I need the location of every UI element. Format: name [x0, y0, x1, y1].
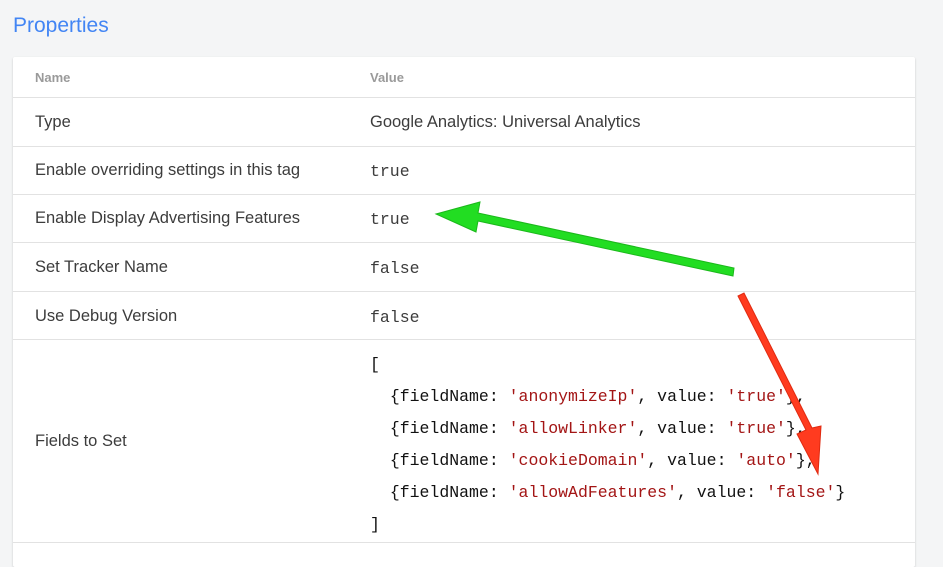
field-name: 'allowAdFeatures'	[508, 483, 677, 502]
field-value: 'true'	[726, 419, 786, 438]
section-title: Properties	[13, 14, 109, 37]
properties-table: Name Value Type Google Analytics: Univer…	[13, 57, 915, 567]
table-row: Enable overriding settings in this tag t…	[13, 147, 915, 195]
table-row: Enable Display Advertising Features true	[13, 195, 915, 243]
header-value: Value	[370, 70, 404, 85]
row-value: true	[370, 210, 410, 229]
field-value: 'false'	[766, 483, 836, 502]
row-name: Fields to Set	[35, 432, 127, 450]
row-value: Google Analytics: Universal Analytics	[370, 113, 641, 131]
code-line: {fieldName: 'allowLinker', value: 'true'…	[389, 419, 806, 438]
row-value: false	[370, 308, 420, 327]
code-line: {fieldName: 'cookieDomain', value: 'auto…	[389, 451, 816, 470]
row-name: Use Debug Version	[35, 307, 178, 325]
close-bracket: ]	[370, 515, 380, 534]
field-name: 'anonymizeIp'	[508, 387, 638, 406]
code-line: {fieldName: 'anonymizeIp', value: 'true'…	[389, 387, 806, 406]
field-name: 'cookieDomain'	[508, 451, 648, 470]
field-name: 'allowLinker'	[508, 419, 638, 438]
row-name: Set Tracker Name	[35, 258, 168, 276]
row-value: true	[370, 162, 410, 181]
row-name: Enable overriding settings in this tag	[35, 161, 301, 179]
table-row: Set Tracker Name false	[13, 243, 915, 292]
table-header: Name Value	[13, 57, 915, 98]
header-name: Name	[35, 70, 71, 85]
table-row-fields-to-set: Fields to Set [ {fieldName: 'anonymizeIp…	[13, 340, 915, 543]
code-line: {fieldName: 'allowAdFeatures', value: 'f…	[389, 483, 846, 502]
row-name: Enable Display Advertising Features	[35, 209, 301, 227]
field-value: 'auto'	[736, 451, 796, 470]
fields-code-block: [ {fieldName: 'anonymizeIp', value: 'tru…	[370, 349, 845, 541]
row-name: Type	[35, 113, 71, 131]
row-value: false	[370, 259, 420, 278]
table-row: Type Google Analytics: Universal Analyti…	[13, 98, 915, 147]
field-value: 'true'	[726, 387, 786, 406]
open-bracket: [	[370, 355, 380, 374]
table-row: Use Debug Version false	[13, 292, 915, 340]
